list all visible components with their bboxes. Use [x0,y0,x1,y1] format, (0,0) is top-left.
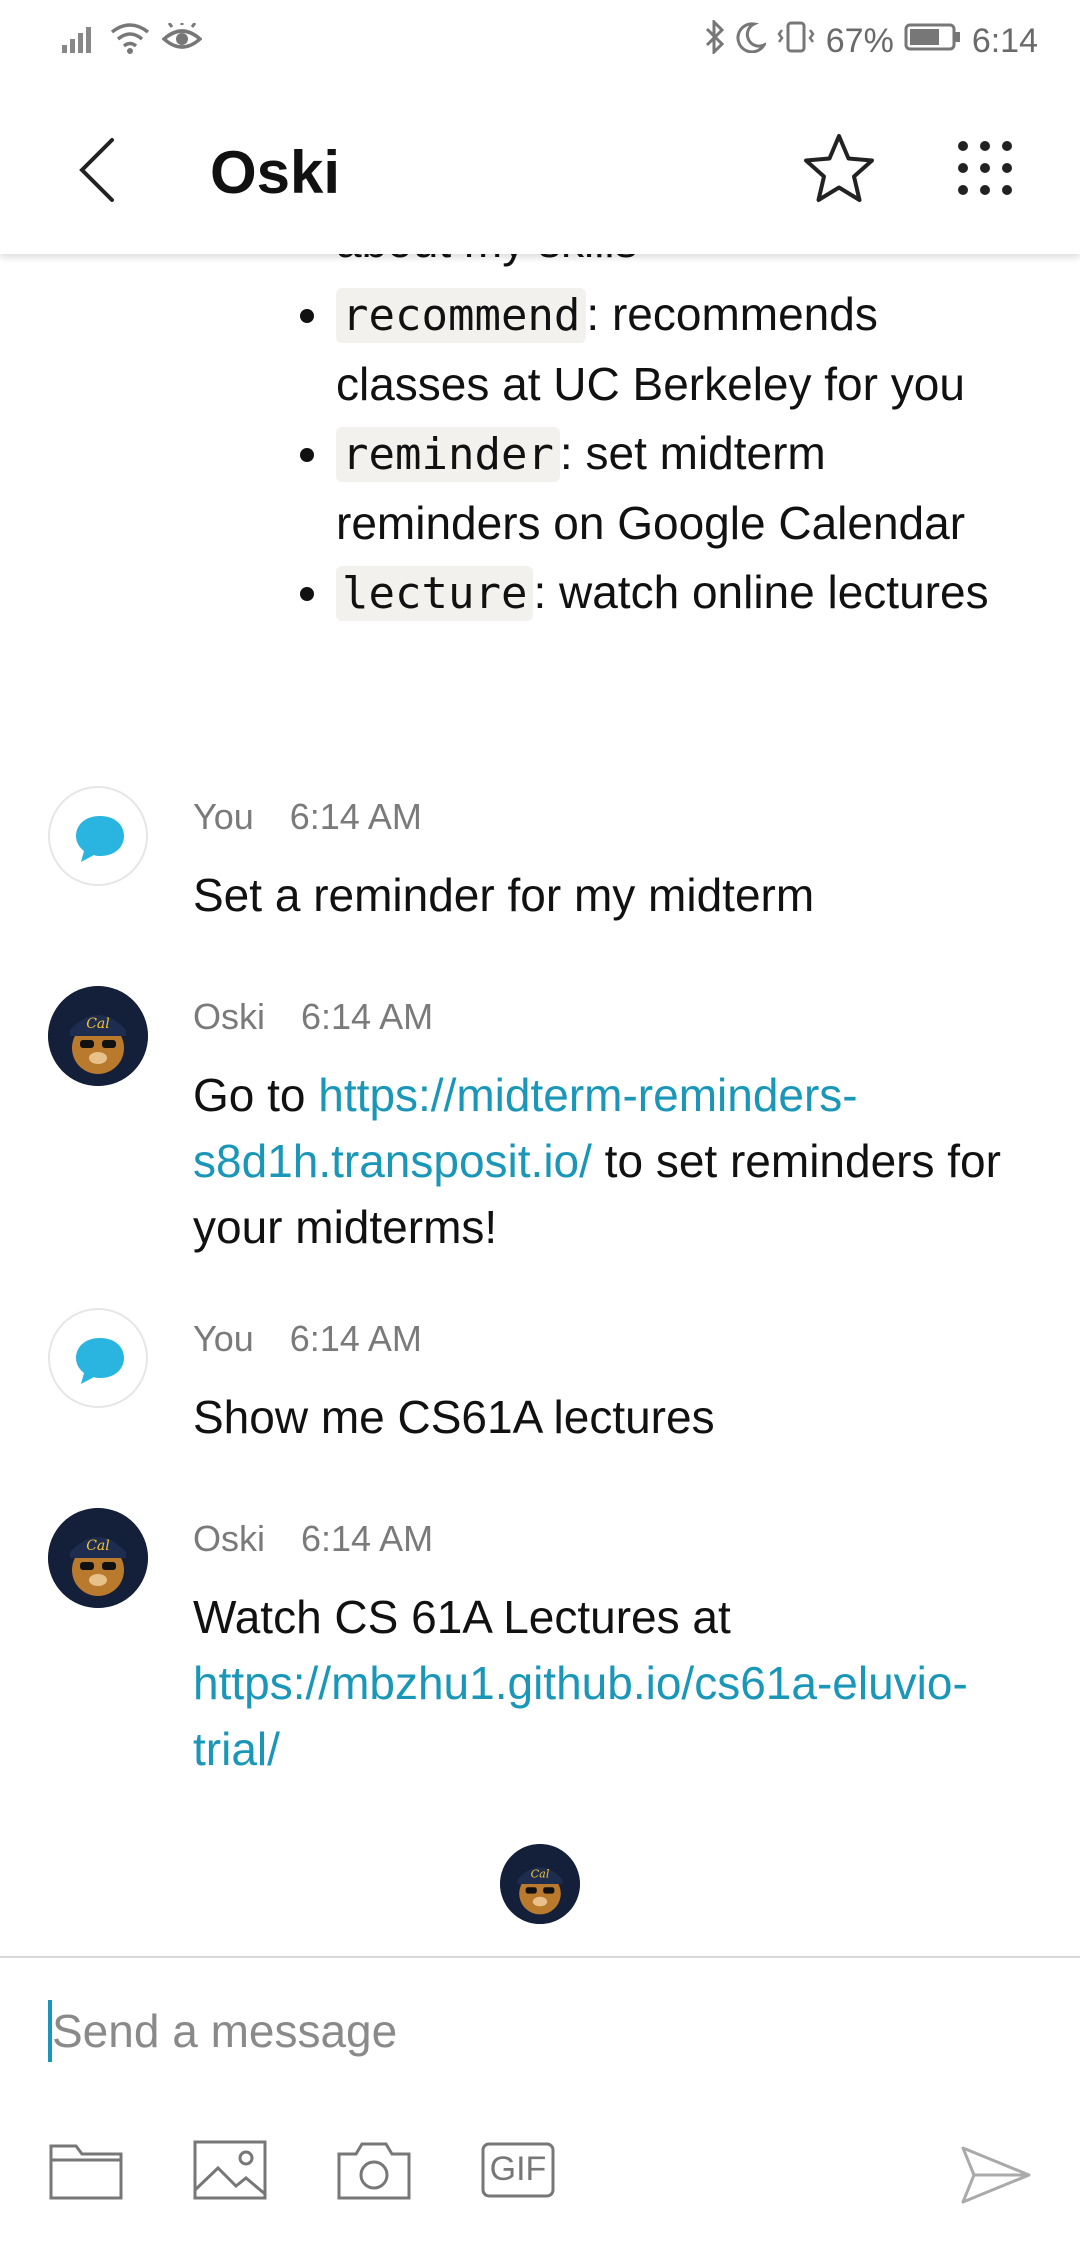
skill-item-lecture: lecture: watch online lectures [300,558,1016,628]
message-sender: You [193,796,254,837]
grid-menu-icon [958,141,1012,195]
status-time: 6:14 [971,22,1038,60]
skills-list: recommend: recommends classes at UC Berk… [300,280,1016,628]
battery-icon [904,22,962,61]
send-button[interactable] [960,2144,1032,2206]
message-text: Show me CS61A lectures [193,1391,715,1443]
status-bar: 67% 6:14 [0,0,1080,86]
message-text: Go to https://midterm-reminders-s8d1h.tr… [193,1062,1013,1260]
message-sender: Oski [193,996,265,1037]
chat-header: Oski [0,86,1080,254]
status-left [62,21,203,59]
image-icon [193,2140,267,2200]
message-meta: Oski 6:14 AM [193,996,433,1038]
vibrate-icon [776,20,816,63]
bot-typing-avatar: Cal [500,1844,580,1924]
message-sender: Oski [193,1518,265,1559]
favorite-button[interactable] [800,130,878,208]
message-meta: Oski 6:14 AM [193,1518,433,1560]
message-meta: You 6:14 AM [193,796,422,838]
message-list[interactable]: about my skills recommend: recommends cl… [0,254,1080,1956]
status-right: 67% 6:14 [704,18,1038,63]
chat-bubble-icon [76,1338,124,1384]
message-composer: Send a message GIF [0,1956,1080,2244]
message-time: 6:14 AM [289,1318,422,1359]
message-input[interactable]: Send a message [48,1996,948,2066]
lectures-link[interactable]: https://mbzhu1.github.io/cs61a-eluvio-tr… [193,1657,968,1775]
message-time: 6:14 AM [289,796,422,837]
skills-cut-off-line: about my skills [336,254,638,268]
svg-text:Cal: Cal [531,1868,550,1881]
svg-text:Cal: Cal [86,1016,110,1032]
wifi-icon [110,22,150,59]
svg-text:Cal: Cal [86,1538,110,1554]
skill-command: recommend [336,288,587,343]
message-time: 6:14 AM [301,1518,434,1559]
bear-mascot-icon: Cal [48,1508,148,1608]
folder-icon [49,2144,123,2200]
skill-description: : watch online lectures [533,566,989,618]
apps-menu-button[interactable] [955,138,1015,198]
send-icon [961,2146,1031,2204]
attach-image-button[interactable] [192,2138,268,2202]
signal-icon [62,23,98,58]
skill-command: lecture [336,566,534,621]
message-meta: You 6:14 AM [193,1318,422,1360]
chat-title: Oski [210,139,341,206]
chevron-left-icon [79,138,114,202]
camera-icon [337,2142,411,2200]
message-sender: You [193,1318,254,1359]
bluetooth-icon [704,18,726,63]
bot-avatar: Cal [48,1508,148,1608]
bear-mascot-icon: Cal [500,1844,580,1924]
message-text-before: Go to [193,1069,319,1121]
message-text-before: Watch CS 61A Lectures at [193,1591,731,1643]
message-text: Watch CS 61A Lectures at https://mbzhu1.… [193,1584,1013,1782]
message-time: 6:14 AM [301,996,434,1037]
eye-icon [161,21,203,58]
camera-button[interactable] [336,2138,412,2202]
bear-mascot-icon: Cal [48,986,148,1086]
chat-bubble-icon [76,816,124,862]
back-button[interactable] [70,132,130,208]
skill-item-recommend: recommend: recommends classes at UC Berk… [300,280,1016,419]
skill-command: reminder [336,427,560,482]
battery-percent: 67% [825,22,894,60]
message-text: Set a reminder for my midterm [193,869,815,921]
skill-item-reminder: reminder: set midterm reminders on Googl… [300,419,1016,558]
attach-file-button[interactable] [48,2138,124,2202]
star-icon [804,134,874,202]
user-avatar [48,1308,148,1408]
user-avatar [48,786,148,886]
gif-button[interactable]: GIF [480,2138,556,2202]
moon-icon [736,21,768,62]
gif-label: GIF [489,2150,547,2188]
message-input-placeholder: Send a message [52,2005,398,2057]
bot-avatar: Cal [48,986,148,1086]
